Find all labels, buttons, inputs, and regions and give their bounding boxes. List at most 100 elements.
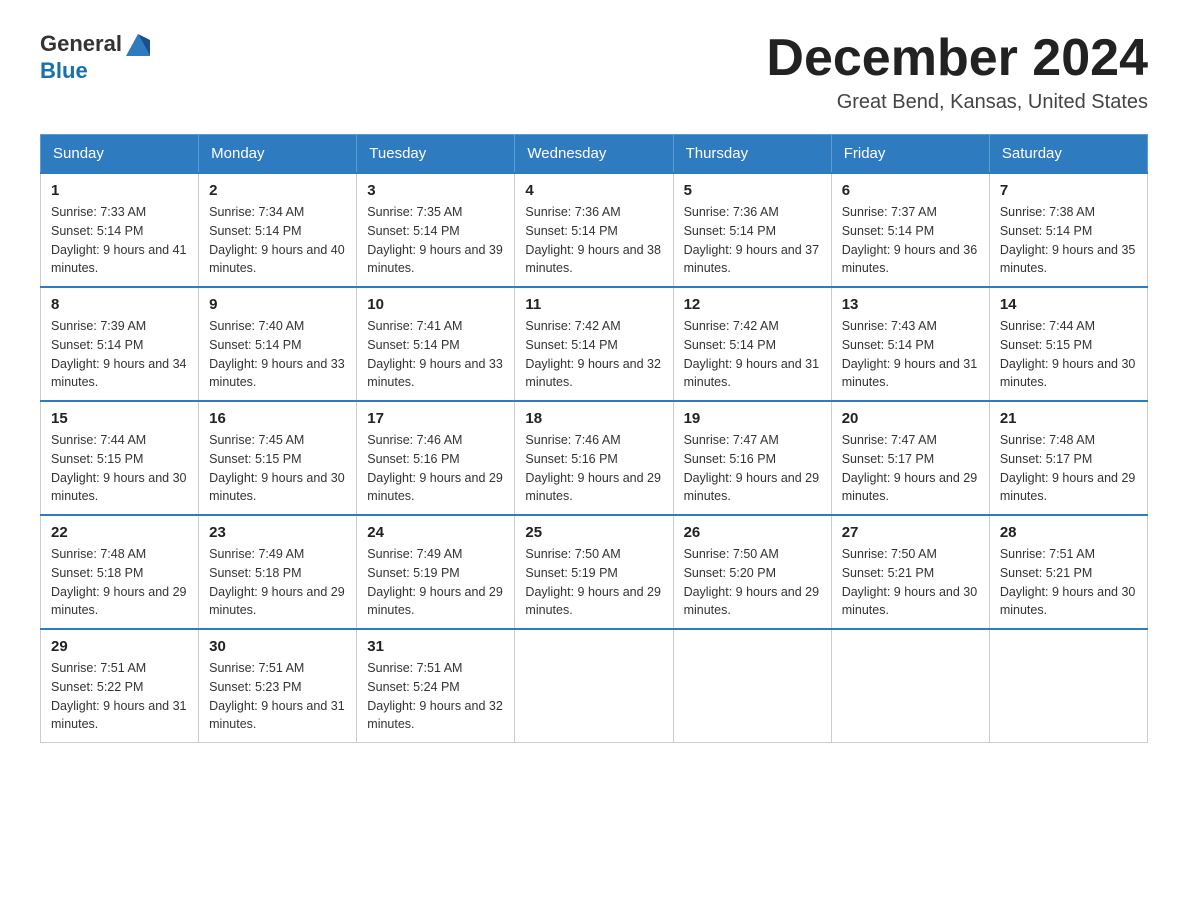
day-number: 1 [51,182,188,199]
day-number: 16 [209,410,346,427]
day-info: Sunrise: 7:51 AMSunset: 5:24 PMDaylight:… [367,659,504,734]
header-sunday: Sunday [41,135,199,174]
week-row-1: 1 Sunrise: 7:33 AMSunset: 5:14 PMDayligh… [41,173,1148,287]
day-info: Sunrise: 7:50 AMSunset: 5:21 PMDaylight:… [842,545,979,620]
day-info: Sunrise: 7:46 AMSunset: 5:16 PMDaylight:… [525,431,662,506]
calendar-cell: 12 Sunrise: 7:42 AMSunset: 5:14 PMDaylig… [673,287,831,401]
calendar-cell: 19 Sunrise: 7:47 AMSunset: 5:16 PMDaylig… [673,401,831,515]
day-info: Sunrise: 7:50 AMSunset: 5:19 PMDaylight:… [525,545,662,620]
day-number: 9 [209,296,346,313]
header-wednesday: Wednesday [515,135,673,174]
day-info: Sunrise: 7:34 AMSunset: 5:14 PMDaylight:… [209,203,346,278]
calendar-cell [515,629,673,743]
day-number: 12 [684,296,821,313]
calendar-cell: 6 Sunrise: 7:37 AMSunset: 5:14 PMDayligh… [831,173,989,287]
calendar-cell: 29 Sunrise: 7:51 AMSunset: 5:22 PMDaylig… [41,629,199,743]
week-row-3: 15 Sunrise: 7:44 AMSunset: 5:15 PMDaylig… [41,401,1148,515]
day-info: Sunrise: 7:50 AMSunset: 5:20 PMDaylight:… [684,545,821,620]
calendar-cell: 1 Sunrise: 7:33 AMSunset: 5:14 PMDayligh… [41,173,199,287]
day-number: 2 [209,182,346,199]
day-number: 10 [367,296,504,313]
day-number: 6 [842,182,979,199]
calendar-cell: 14 Sunrise: 7:44 AMSunset: 5:15 PMDaylig… [989,287,1147,401]
day-number: 17 [367,410,504,427]
calendar-cell: 18 Sunrise: 7:46 AMSunset: 5:16 PMDaylig… [515,401,673,515]
calendar-cell [831,629,989,743]
logo-blue-text: Blue [40,58,88,83]
day-info: Sunrise: 7:33 AMSunset: 5:14 PMDaylight:… [51,203,188,278]
day-number: 28 [1000,524,1137,541]
calendar-cell: 3 Sunrise: 7:35 AMSunset: 5:14 PMDayligh… [357,173,515,287]
week-row-4: 22 Sunrise: 7:48 AMSunset: 5:18 PMDaylig… [41,515,1148,629]
week-row-5: 29 Sunrise: 7:51 AMSunset: 5:22 PMDaylig… [41,629,1148,743]
day-info: Sunrise: 7:42 AMSunset: 5:14 PMDaylight:… [525,317,662,392]
day-number: 14 [1000,296,1137,313]
logo: General Blue [40,30,152,84]
calendar-cell: 2 Sunrise: 7:34 AMSunset: 5:14 PMDayligh… [199,173,357,287]
header-friday: Friday [831,135,989,174]
calendar-cell: 31 Sunrise: 7:51 AMSunset: 5:24 PMDaylig… [357,629,515,743]
day-info: Sunrise: 7:36 AMSunset: 5:14 PMDaylight:… [525,203,662,278]
calendar-cell: 4 Sunrise: 7:36 AMSunset: 5:14 PMDayligh… [515,173,673,287]
day-info: Sunrise: 7:51 AMSunset: 5:21 PMDaylight:… [1000,545,1137,620]
day-number: 30 [209,638,346,655]
day-info: Sunrise: 7:44 AMSunset: 5:15 PMDaylight:… [1000,317,1137,392]
day-info: Sunrise: 7:36 AMSunset: 5:14 PMDaylight:… [684,203,821,278]
day-number: 19 [684,410,821,427]
week-row-2: 8 Sunrise: 7:39 AMSunset: 5:14 PMDayligh… [41,287,1148,401]
location-title: Great Bend, Kansas, United States [766,91,1148,114]
day-info: Sunrise: 7:38 AMSunset: 5:14 PMDaylight:… [1000,203,1137,278]
page-header: General Blue December 2024 Great Bend, K… [40,30,1148,114]
day-info: Sunrise: 7:40 AMSunset: 5:14 PMDaylight:… [209,317,346,392]
calendar-cell: 10 Sunrise: 7:41 AMSunset: 5:14 PMDaylig… [357,287,515,401]
day-number: 11 [525,296,662,313]
day-number: 23 [209,524,346,541]
header-monday: Monday [199,135,357,174]
day-info: Sunrise: 7:37 AMSunset: 5:14 PMDaylight:… [842,203,979,278]
day-number: 20 [842,410,979,427]
logo-general-text: General [40,31,122,57]
day-number: 29 [51,638,188,655]
calendar-cell: 23 Sunrise: 7:49 AMSunset: 5:18 PMDaylig… [199,515,357,629]
day-info: Sunrise: 7:42 AMSunset: 5:14 PMDaylight:… [684,317,821,392]
day-number: 26 [684,524,821,541]
day-number: 21 [1000,410,1137,427]
day-info: Sunrise: 7:49 AMSunset: 5:19 PMDaylight:… [367,545,504,620]
calendar-cell: 16 Sunrise: 7:45 AMSunset: 5:15 PMDaylig… [199,401,357,515]
month-title: December 2024 [766,30,1148,87]
weekday-header-row: Sunday Monday Tuesday Wednesday Thursday… [41,135,1148,174]
day-info: Sunrise: 7:48 AMSunset: 5:17 PMDaylight:… [1000,431,1137,506]
header-saturday: Saturday [989,135,1147,174]
day-number: 15 [51,410,188,427]
header-thursday: Thursday [673,135,831,174]
calendar-cell: 7 Sunrise: 7:38 AMSunset: 5:14 PMDayligh… [989,173,1147,287]
calendar-cell: 17 Sunrise: 7:46 AMSunset: 5:16 PMDaylig… [357,401,515,515]
day-number: 3 [367,182,504,199]
day-info: Sunrise: 7:44 AMSunset: 5:15 PMDaylight:… [51,431,188,506]
day-number: 8 [51,296,188,313]
calendar-cell: 21 Sunrise: 7:48 AMSunset: 5:17 PMDaylig… [989,401,1147,515]
calendar-cell: 28 Sunrise: 7:51 AMSunset: 5:21 PMDaylig… [989,515,1147,629]
day-info: Sunrise: 7:51 AMSunset: 5:22 PMDaylight:… [51,659,188,734]
day-info: Sunrise: 7:51 AMSunset: 5:23 PMDaylight:… [209,659,346,734]
logo-icon [124,30,152,58]
day-number: 4 [525,182,662,199]
day-info: Sunrise: 7:43 AMSunset: 5:14 PMDaylight:… [842,317,979,392]
day-number: 25 [525,524,662,541]
calendar-cell [673,629,831,743]
day-info: Sunrise: 7:41 AMSunset: 5:14 PMDaylight:… [367,317,504,392]
day-info: Sunrise: 7:46 AMSunset: 5:16 PMDaylight:… [367,431,504,506]
calendar-cell: 30 Sunrise: 7:51 AMSunset: 5:23 PMDaylig… [199,629,357,743]
calendar-cell: 9 Sunrise: 7:40 AMSunset: 5:14 PMDayligh… [199,287,357,401]
calendar-cell: 27 Sunrise: 7:50 AMSunset: 5:21 PMDaylig… [831,515,989,629]
day-number: 24 [367,524,504,541]
day-info: Sunrise: 7:45 AMSunset: 5:15 PMDaylight:… [209,431,346,506]
day-number: 13 [842,296,979,313]
calendar-cell: 13 Sunrise: 7:43 AMSunset: 5:14 PMDaylig… [831,287,989,401]
title-area: December 2024 Great Bend, Kansas, United… [766,30,1148,114]
calendar-cell: 15 Sunrise: 7:44 AMSunset: 5:15 PMDaylig… [41,401,199,515]
day-info: Sunrise: 7:48 AMSunset: 5:18 PMDaylight:… [51,545,188,620]
day-info: Sunrise: 7:39 AMSunset: 5:14 PMDaylight:… [51,317,188,392]
day-info: Sunrise: 7:47 AMSunset: 5:17 PMDaylight:… [842,431,979,506]
day-number: 5 [684,182,821,199]
